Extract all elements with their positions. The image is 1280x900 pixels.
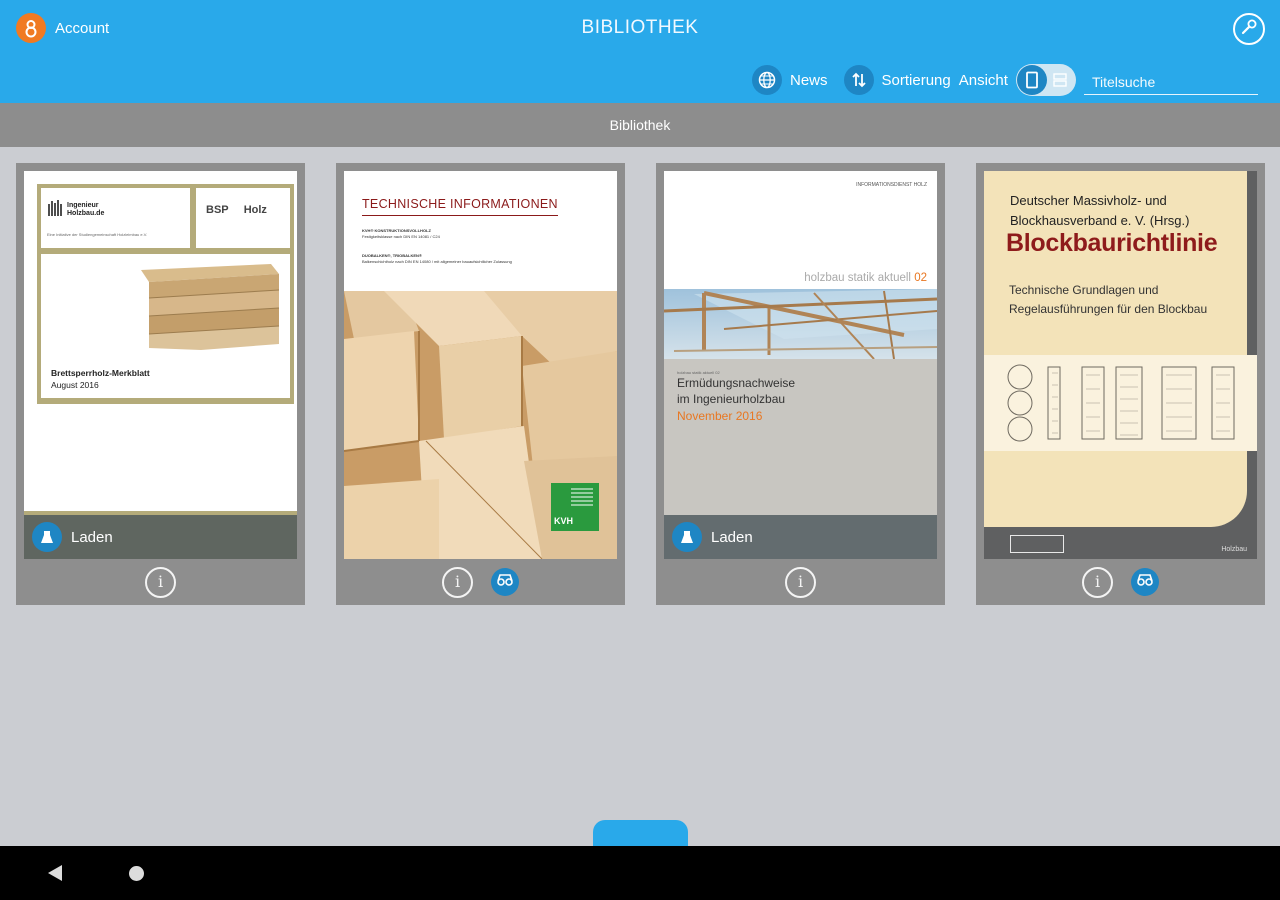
- cover-logo: BSP Holz: [206, 204, 267, 216]
- book-card[interactable]: Deutscher Massivholz- und Blockhausverba…: [976, 163, 1265, 605]
- cover-title-block: Brettsperrholz-Merkblatt August 2016: [51, 368, 150, 392]
- wrench-icon: [1240, 18, 1258, 41]
- book-card[interactable]: INFORMATIONSDIENST HOLZ holzbau statik a…: [656, 163, 945, 605]
- reader-button[interactable]: [491, 568, 519, 596]
- cover-title: TECHNISCHE INFORMATIONEN: [362, 197, 558, 211]
- load-label: Laden: [711, 528, 753, 546]
- info-icon: i: [157, 572, 164, 591]
- book-cover[interactable]: Ingenieur Holzbau.de Eine Initiative der…: [24, 171, 297, 559]
- cover-subtitle: August 2016: [51, 379, 99, 390]
- cover-brand: Ingenieur Holzbau.de: [67, 202, 105, 217]
- news-label: News: [790, 71, 828, 89]
- card-actions: i: [656, 559, 945, 605]
- publisher-box: Ingenieur Holzbau.de Eine Initiative der…: [41, 188, 190, 248]
- reader-icon: [1136, 573, 1154, 592]
- book-cover[interactable]: TECHNISCHE INFORMATIONEN KVH® KONSTRUKTI…: [344, 171, 617, 559]
- load-label: Laden: [71, 528, 113, 546]
- info-icon: i: [454, 572, 461, 591]
- cover-page: Deutscher Massivholz- und Blockhausverba…: [984, 171, 1257, 527]
- list-view-icon: [1053, 73, 1067, 92]
- app-title: BIBLIOTHEK: [581, 17, 699, 38]
- log-profile-band: [984, 355, 1257, 451]
- info-button[interactable]: i: [442, 566, 473, 598]
- bottom-drawer-handle[interactable]: [593, 820, 688, 846]
- cover-small-text: holzbau statik aktuell 02: [677, 370, 720, 375]
- cover-line-1: KVH® KONSTRUKTIONSVOLLHOLZ: [362, 228, 431, 233]
- cover-series-number: 02: [914, 272, 927, 284]
- book-card[interactable]: Ingenieur Holzbau.de Eine Initiative der…: [16, 163, 305, 605]
- grid-view-icon: [1016, 65, 1047, 95]
- info-button[interactable]: i: [785, 566, 816, 598]
- cover-small-text: Eine Initiative der Studiengemeinschaft …: [47, 232, 148, 237]
- publisher-logo: [1010, 535, 1064, 553]
- cover-subtitle: Technische Grundlagen und Regelausführun…: [1009, 283, 1208, 316]
- load-button[interactable]: Laden: [24, 515, 297, 559]
- toolbar: News Sortierung Ansicht: [752, 63, 1258, 97]
- book-card[interactable]: TECHNISCHE INFORMATIONEN KVH® KONSTRUKTI…: [336, 163, 625, 605]
- cover-date: November 2016: [677, 409, 763, 423]
- cover-publisher: Deutscher Massivholz- und Blockhausverba…: [1010, 193, 1190, 229]
- home-icon[interactable]: [129, 866, 144, 881]
- title-search-input[interactable]: [1083, 65, 1258, 95]
- cover-line-2b: Balkenschichtholz nach DIN EN 14080 / mi…: [362, 259, 512, 264]
- cover-header: INFORMATIONSDIENST HOLZ holzbau statik a…: [664, 171, 937, 289]
- section-title: Bibliothek: [609, 117, 671, 133]
- cover-frame: Ingenieur Holzbau.de Eine Initiative der…: [24, 171, 297, 511]
- system-navigation-bar: [0, 846, 1280, 900]
- sort-arrows-icon: [843, 65, 874, 95]
- card-actions: i: [336, 559, 625, 605]
- clt-panel-image: [141, 264, 280, 350]
- cover-rule: [362, 215, 558, 216]
- cover-panel: Ingenieur Holzbau.de Eine Initiative der…: [37, 184, 294, 404]
- cover-series: holzbau statik aktuell: [804, 272, 911, 284]
- kvh-logo-text: KVH: [554, 516, 574, 526]
- cover-line-1b: Festigkeitsklasse nach DIN EN 14081 / C2…: [362, 234, 440, 239]
- view-label: Ansicht: [958, 71, 1008, 89]
- cover-series-tag: holzbau statik aktuell 02: [804, 272, 927, 284]
- settings-button[interactable]: [1233, 13, 1265, 45]
- reader-button[interactable]: [1131, 568, 1159, 596]
- info-button[interactable]: i: [1082, 566, 1113, 598]
- download-icon: [672, 522, 702, 552]
- info-button[interactable]: i: [145, 566, 176, 598]
- cover-line-2: DUOBALKEN®, TRIOBALKEN®: [362, 253, 422, 258]
- download-icon: [32, 522, 62, 552]
- card-actions: i: [16, 559, 305, 605]
- cover-series-header: INFORMATIONSDIENST HOLZ: [856, 182, 927, 188]
- book-cover[interactable]: INFORMATIONSDIENST HOLZ holzbau statik a…: [664, 171, 937, 559]
- globe-icon: [752, 65, 782, 95]
- info-icon: i: [1094, 572, 1101, 591]
- fingerprint-logo-icon: [48, 200, 62, 216]
- top-bar: Account BIBLIOTHEK News Sortierung Ansic…: [0, 0, 1280, 103]
- sort-label: Sortierung: [881, 71, 951, 89]
- section-header: Bibliothek: [0, 103, 1280, 147]
- card-actions: i: [976, 559, 1265, 605]
- cover-footer: Holzbau: [1221, 546, 1247, 553]
- news-button[interactable]: News: [752, 65, 828, 95]
- image-box: Brettsperrholz-Merkblatt August 2016: [41, 254, 290, 398]
- log-profiles-image: [1007, 364, 1235, 442]
- cover-title: Blockbaurichtlinie: [1006, 229, 1218, 257]
- info-icon: i: [797, 572, 804, 591]
- book-cover[interactable]: Deutscher Massivholz- und Blockhausverba…: [984, 171, 1257, 559]
- cover-header: TECHNISCHE INFORMATIONEN KVH® KONSTRUKTI…: [344, 171, 617, 291]
- cover-title: Brettsperrholz-Merkblatt: [51, 368, 150, 378]
- view-toggle[interactable]: [1015, 64, 1076, 96]
- back-icon[interactable]: [48, 865, 62, 881]
- sort-button[interactable]: Sortierung: [843, 65, 951, 95]
- cover-title: Ermüdungsnachweise im Ingenieurholzbau: [677, 376, 796, 406]
- logo-box: BSP Holz: [196, 188, 290, 248]
- kvh-logo: KVH: [551, 483, 599, 531]
- load-button[interactable]: Laden: [664, 515, 937, 559]
- reader-icon: [496, 573, 514, 592]
- timber-structure-image: [664, 289, 937, 359]
